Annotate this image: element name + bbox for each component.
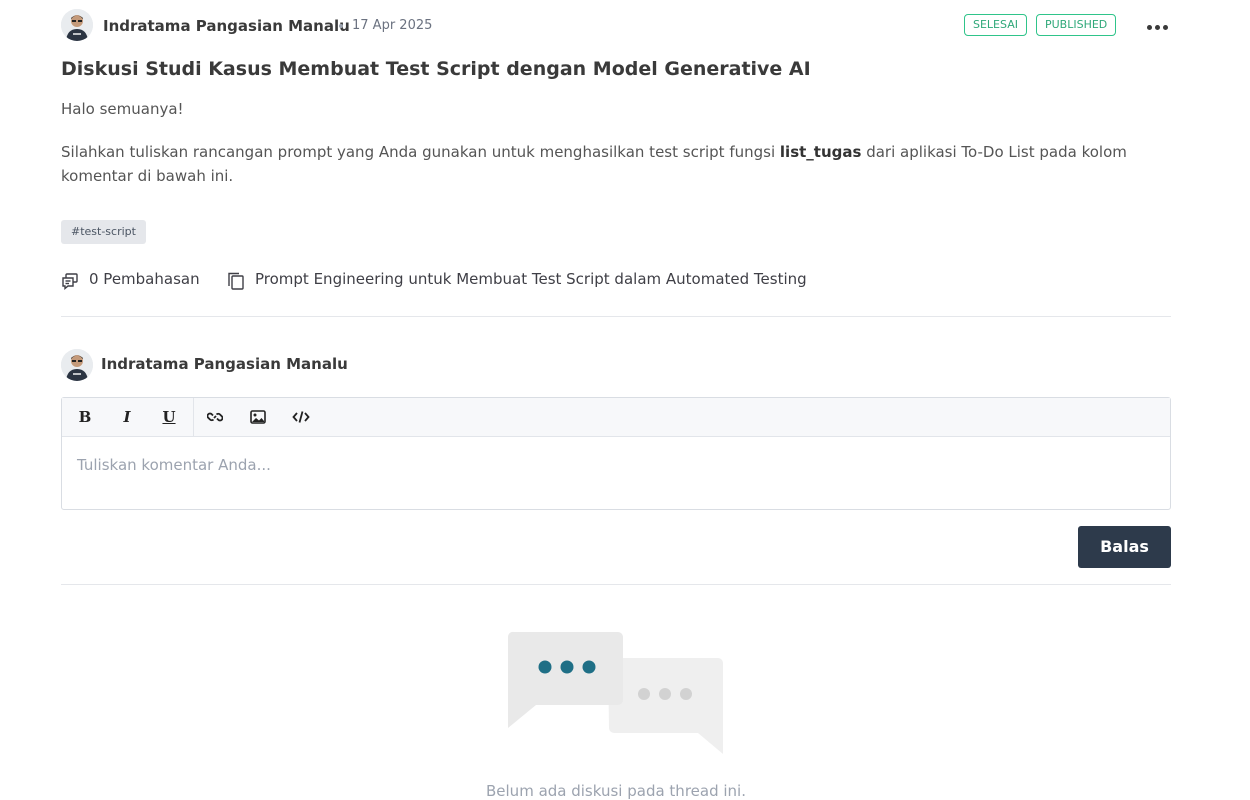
more-options-icon[interactable] <box>1143 14 1173 38</box>
bold-button[interactable]: B <box>74 407 96 427</box>
publish-badge: PUBLISHED <box>1036 14 1117 36</box>
tag-chip[interactable]: #test-script <box>61 220 146 244</box>
post-title: Diskusi Studi Kasus Membuat Test Script … <box>61 58 811 80</box>
post-date: 17 Apr 2025 <box>352 18 433 33</box>
link-icon[interactable] <box>204 407 226 427</box>
divider-bottom <box>61 584 1171 585</box>
toolbar-separator <box>193 398 194 436</box>
image-icon[interactable] <box>247 407 269 427</box>
reply-button[interactable]: Balas <box>1078 526 1171 568</box>
chat-bubbles-icon <box>61 272 79 290</box>
post-body-code: list_tugas <box>779 143 862 161</box>
post-body: Silahkan tuliskan rancangan prompt yang … <box>61 140 1131 188</box>
empty-state-message: Belum ada diskusi pada thread ini. <box>486 782 746 800</box>
separator-dot <box>339 24 343 28</box>
commenter-avatar <box>61 349 93 381</box>
comment-input[interactable]: Tuliskan komentar Anda... <box>77 456 271 474</box>
comment-editor: B I U Tuliskan komentar Anda... <box>61 397 1171 510</box>
post-greeting: Halo semuanya! <box>61 100 184 118</box>
empty-chat-illustration <box>506 630 726 758</box>
author-avatar[interactable] <box>61 9 93 41</box>
post-body-text: Silahkan tuliskan rancangan prompt yang … <box>61 143 780 161</box>
editor-toolbar: B I U <box>62 398 1170 437</box>
discussion-count-label: 0 Pembahasan <box>89 270 200 288</box>
status-badge: SELESAI <box>964 14 1027 36</box>
discussion-count: 0 Pembahasan <box>61 270 221 292</box>
divider <box>61 316 1171 317</box>
commenter-name: Indratama Pangasian Manalu <box>101 355 348 373</box>
author-name[interactable]: Indratama Pangasian Manalu <box>103 17 350 35</box>
post-header: Indratama Pangasian Manalu 17 Apr 2025 S… <box>61 9 1171 43</box>
italic-button[interactable]: I <box>116 407 138 427</box>
course-link[interactable]: Prompt Engineering untuk Membuat Test Sc… <box>227 270 827 292</box>
underline-button[interactable]: U <box>158 407 180 427</box>
copy-icon <box>227 272 245 290</box>
code-icon[interactable] <box>290 407 312 427</box>
course-title[interactable]: Prompt Engineering untuk Membuat Test Sc… <box>255 270 807 288</box>
comment-author: Indratama Pangasian Manalu <box>61 349 461 381</box>
